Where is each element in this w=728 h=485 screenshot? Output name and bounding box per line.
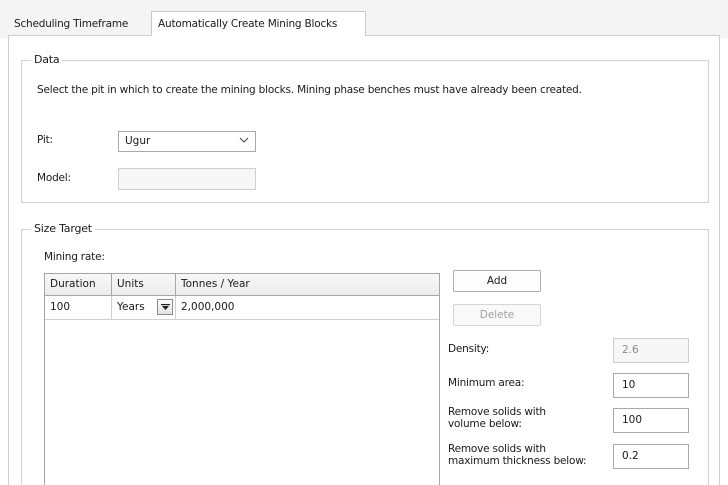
remove-volume-input[interactable]: 100: [613, 408, 689, 433]
tab-bar: Scheduling Timeframe Automatically Creat…: [0, 0, 728, 38]
units-dropdown-button[interactable]: [157, 299, 173, 315]
data-instructions: Select the pit in which to create the mi…: [37, 84, 582, 96]
density-field: 2.6: [613, 338, 689, 363]
chevron-down-icon: [239, 137, 249, 143]
remove-volume-label-line2: volume below:: [448, 418, 522, 430]
tonnes-cell[interactable]: 2,000,000: [176, 296, 440, 320]
model-field: [118, 168, 256, 190]
column-header-units[interactable]: Units: [112, 274, 176, 296]
remove-volume-label-line1: Remove solids with: [448, 406, 546, 418]
grid-header: Duration Units Tonnes / Year: [45, 274, 439, 296]
units-cell-value: Years: [117, 301, 145, 313]
add-button[interactable]: Add: [453, 270, 541, 292]
tab-create-mining-blocks[interactable]: Automatically Create Mining Blocks: [151, 11, 366, 36]
column-header-tonnes-per-year[interactable]: Tonnes / Year: [176, 274, 440, 296]
minimum-area-value: 10: [622, 379, 636, 391]
column-header-duration[interactable]: Duration: [45, 274, 112, 296]
duration-cell[interactable]: 100: [45, 296, 112, 320]
mining-rate-label: Mining rate:: [44, 251, 105, 263]
size-target-title: Size Target: [31, 222, 95, 235]
pit-select[interactable]: Ugur: [118, 131, 256, 152]
mining-rate-grid[interactable]: Duration Units Tonnes / Year 100 Years 2…: [44, 273, 440, 485]
remove-volume-value: 100: [622, 414, 643, 426]
pit-label: Pit:: [37, 134, 53, 146]
minimum-area-input[interactable]: 10: [613, 373, 689, 398]
units-cell[interactable]: Years: [112, 296, 176, 320]
data-group-title: Data: [31, 53, 63, 66]
remove-thickness-value: 0.2: [622, 450, 639, 462]
remove-thickness-label-line1: Remove solids with: [448, 443, 546, 455]
model-label: Model:: [37, 172, 71, 184]
remove-thickness-input[interactable]: 0.2: [613, 444, 689, 469]
table-row[interactable]: 100 Years 2,000,000: [45, 296, 439, 320]
remove-thickness-label-line2: maximum thickness below:: [448, 455, 587, 467]
dropdown-arrow-icon: [161, 304, 170, 310]
delete-button[interactable]: Delete: [453, 304, 541, 326]
minimum-area-label: Minimum area:: [448, 377, 525, 389]
density-label: Density:: [448, 343, 490, 355]
pit-select-value: Ugur: [125, 135, 151, 147]
density-value: 2.6: [622, 344, 639, 356]
tab-scheduling-timeframe[interactable]: Scheduling Timeframe: [8, 14, 151, 36]
